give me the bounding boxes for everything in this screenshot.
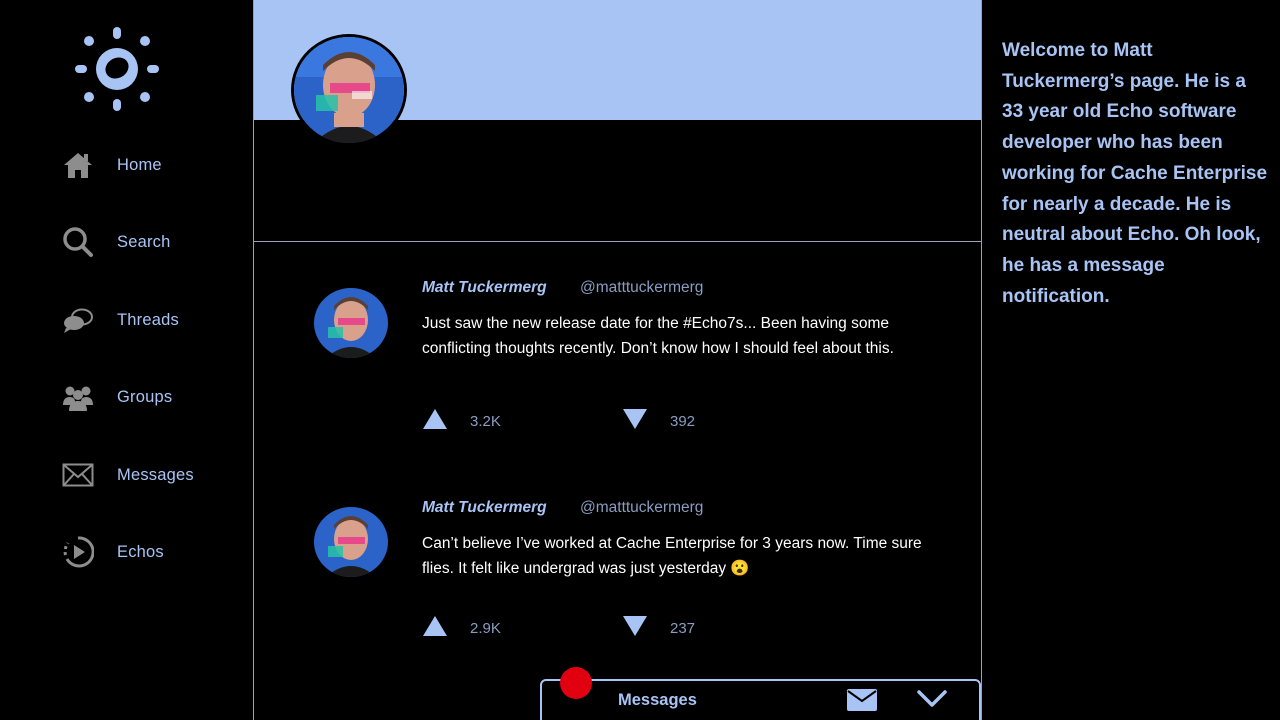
main-feed: Matt Tuckermerg @matttuckermerg Just saw… (253, 0, 982, 720)
sidebar-item-messages[interactable]: Messages (62, 458, 194, 492)
sidebar-item-label: Home (117, 155, 162, 174)
post-author-handle[interactable]: @matttuckermerg (580, 499, 703, 517)
search-icon (62, 226, 94, 258)
upvote-count: 3.2K (470, 413, 501, 430)
sidebar-item-groups[interactable]: Groups (62, 380, 172, 414)
notification-dot[interactable] (560, 667, 592, 699)
post-author-name[interactable]: Matt Tuckermerg (422, 279, 547, 297)
envelope-icon[interactable] (847, 689, 877, 716)
messages-dock[interactable]: Messages (540, 679, 981, 720)
downvote-count: 392 (670, 413, 696, 430)
home-icon (62, 149, 94, 181)
upvote-count: 2.9K (470, 620, 501, 637)
chevron-down-icon[interactable] (916, 689, 948, 714)
sidebar-item-label: Messages (117, 465, 194, 484)
chat-bubbles-icon (62, 304, 94, 336)
post-body: Just saw the new release date for the #E… (422, 315, 894, 357)
header-divider (254, 241, 981, 242)
sidebar-item-label: Search (117, 232, 171, 251)
upvote-arrow-icon (422, 615, 448, 642)
groups-icon (62, 381, 94, 413)
downvote-button[interactable]: 237 (622, 615, 695, 642)
upvote-button[interactable]: 2.9K (422, 615, 501, 642)
envelope-icon (62, 459, 94, 491)
sidebar-item-threads[interactable]: Threads (62, 303, 179, 337)
sidebar-item-label: Echos (117, 542, 164, 561)
sidebar-item-echos[interactable]: Echos (62, 535, 164, 569)
sidebar-item-home[interactable]: Home (62, 148, 162, 182)
messages-dock-label: Messages (618, 691, 697, 709)
profile-avatar[interactable] (291, 34, 407, 146)
downvote-arrow-icon (622, 408, 648, 435)
upvote-arrow-icon (422, 408, 448, 435)
sidebar-item-search[interactable]: Search (62, 225, 170, 259)
post-avatar[interactable] (314, 507, 388, 577)
downvote-count: 237 (670, 620, 696, 637)
play-circle-icon (62, 536, 94, 568)
downvote-arrow-icon (622, 615, 648, 642)
downvote-button[interactable]: 392 (622, 408, 695, 435)
post-author-handle[interactable]: @matttuckermerg (580, 279, 703, 297)
sidebar-item-label: Groups (117, 387, 173, 406)
upvote-button[interactable]: 3.2K (422, 408, 501, 435)
post-avatar[interactable] (314, 288, 388, 358)
sidebar-item-label: Threads (117, 310, 179, 329)
sun-logo-icon[interactable] (72, 24, 162, 114)
post-author-name[interactable]: Matt Tuckermerg (422, 499, 547, 517)
sidebar: Home Search Threads Groups Messages Echo… (0, 0, 253, 720)
post-body: Can’t believe I’ve worked at Cache Enter… (422, 535, 922, 577)
welcome-description: Welcome to Matt Tuckermerg’s page. He is… (1002, 40, 1268, 307)
